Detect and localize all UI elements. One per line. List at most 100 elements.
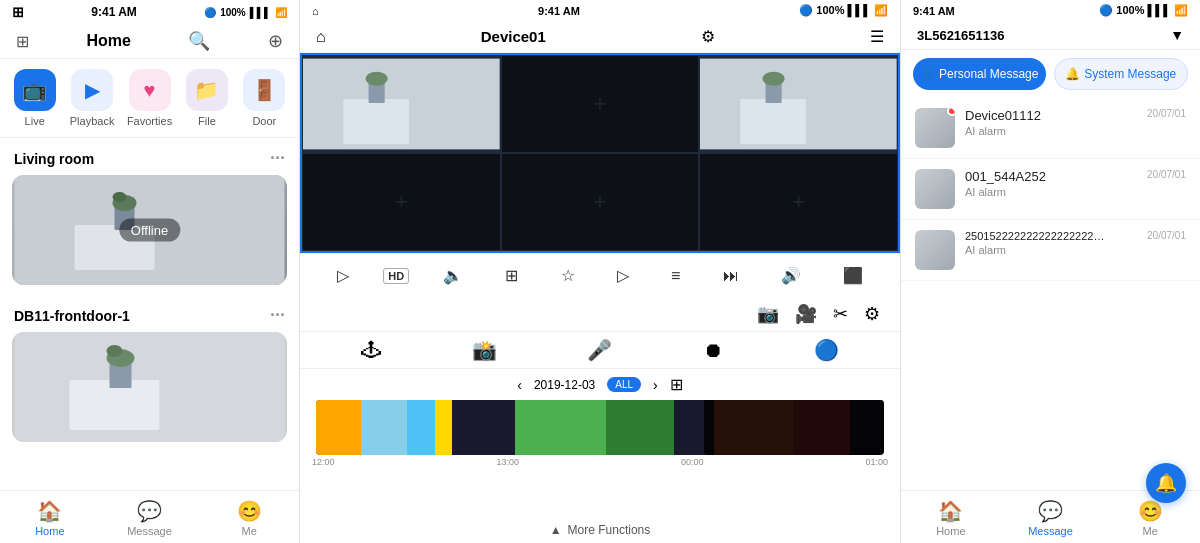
feed-2-svg [700, 56, 897, 152]
video-cell-4[interactable]: + [501, 153, 700, 251]
home-nav-icon[interactable]: ⌂ [316, 28, 326, 46]
hd-btn[interactable]: HD [383, 268, 409, 284]
msg-nav-title: 3L5621651136 [917, 28, 1004, 43]
timeline-all-btn[interactable]: ALL [607, 377, 641, 392]
back-icon[interactable]: ⌂ [312, 5, 319, 17]
panel-messages: 9:41 AM 🔵 100% ▌▌▌ 📶 3L5621651136 ▼ 👤 Pe… [900, 0, 1200, 543]
msg-tab-home[interactable]: 🏠 Home [901, 491, 1001, 543]
timeline-prev[interactable]: ‹ [517, 377, 522, 393]
timeline-bar[interactable]: ✕ [316, 400, 884, 455]
wifi-home: 📶 [275, 7, 287, 18]
living-room-menu[interactable]: ··· [270, 148, 285, 169]
snapshot-icon[interactable]: 📸 [472, 338, 497, 362]
msg-subtitle-0: AI alarm [965, 125, 1137, 137]
msg-content-0: Device01112 AI alarm [965, 108, 1137, 137]
video-cell-0[interactable] [302, 55, 501, 153]
time-home: 9:41 AM [91, 5, 137, 19]
list-item[interactable]: 25015222222222222222222 AI alarm 20/07/0… [901, 220, 1200, 281]
fisheye-icon[interactable]: 🔵 [814, 338, 839, 362]
device-nav: ⌂ Device01 ⚙ ☰ [300, 21, 900, 53]
camera-snap-icon[interactable]: 📷 [757, 303, 779, 325]
skip-btn[interactable]: ⏭ [715, 263, 747, 289]
msg-tab-me[interactable]: 😊 Me [1100, 491, 1200, 543]
home-tab-label: Home [35, 525, 64, 537]
timeline-seg-4 [515, 400, 606, 455]
video-record-icon[interactable]: 🎥 [795, 303, 817, 325]
volume-btn[interactable]: 🔈 [435, 262, 471, 289]
dark-popup: ✕ [704, 400, 884, 455]
more-functions-btn[interactable]: ▲ More Functions [300, 517, 900, 543]
tab-home[interactable]: 🏠 Home [0, 491, 100, 543]
status-bar-home: ⊞ 9:41 AM 🔵 100% ▌▌▌ 📶 [0, 0, 299, 24]
system-label: System Message [1084, 67, 1176, 81]
home-tab-icon: 🏠 [37, 499, 62, 523]
mic-icon[interactable]: 🎤 [587, 338, 612, 362]
list-item[interactable]: Device01112 AI alarm 20/07/01 [901, 98, 1200, 159]
tab-system-message[interactable]: 🔔 System Message [1054, 58, 1189, 90]
section-db11: DB11-frontdoor-1 ··· [0, 295, 299, 332]
db11-card[interactable] [12, 332, 287, 442]
tab-message[interactable]: 💬 Message [100, 491, 200, 543]
tab-me[interactable]: 😊 Me [199, 491, 299, 543]
vol2-btn[interactable]: 🔊 [773, 262, 809, 289]
search-icon[interactable]: 🔍 [188, 30, 210, 52]
video2-icon[interactable]: ⏺ [703, 339, 723, 362]
msg-tab-message[interactable]: 💬 Message [1001, 491, 1101, 543]
timeline-labels: 12:00 13:00 00:00 01:00 [308, 455, 892, 469]
status-bar-device: ⌂ 9:41 AM 🔵 100% ▌▌▌ 📶 [300, 0, 900, 21]
timeline-section: ‹ 2019-12-03 ALL › ⊞ ✕ [300, 369, 900, 543]
cut-icon[interactable]: ✂ [833, 303, 848, 325]
timeline-next[interactable]: › [653, 377, 658, 393]
add-feed-4: + [594, 189, 607, 215]
filter-icon[interactable]: ▼ [1170, 27, 1184, 43]
offline-badge: Offline [119, 219, 180, 242]
settings-icon[interactable]: ⚙ [701, 27, 715, 46]
video-cell-1[interactable]: + [501, 55, 700, 153]
door-icon: 🚪 [243, 69, 285, 111]
qa-playback-label: Playback [70, 115, 115, 127]
video-cell-3[interactable]: + [302, 153, 501, 251]
tab-personal-message[interactable]: 👤 Personal Message [913, 58, 1046, 90]
add-feed-1: + [594, 91, 607, 117]
qa-live[interactable]: 📺 Live [8, 69, 61, 127]
qa-file[interactable]: 📁 File [180, 69, 233, 127]
video-cell-5[interactable]: + [699, 153, 898, 251]
me-tab-icon: 😊 [237, 499, 262, 523]
db11-menu[interactable]: ··· [270, 305, 285, 326]
play2-btn[interactable]: ▷ [609, 262, 637, 289]
bottom-icons-row: 🕹 📸 🎤 ⏺ 🔵 [300, 332, 900, 369]
msg-thumb-1 [915, 169, 955, 209]
home-bottom-tabs: 🏠 Home 💬 Message 😊 Me [0, 490, 299, 543]
notification-fab[interactable]: 🔔 [1146, 463, 1186, 503]
add-icon[interactable]: ⊕ [268, 30, 283, 52]
pip-btn[interactable]: ⬛ [835, 262, 871, 289]
video-cell-2[interactable] [699, 55, 898, 153]
living-room-card[interactable]: Offline [12, 175, 287, 285]
panel-home: ⊞ 9:41 AM 🔵 100% ▌▌▌ 📶 ⊞ Home 🔍 ⊕ 📺 Live… [0, 0, 300, 543]
msg-home-label: Home [936, 525, 965, 537]
qa-door[interactable]: 🚪 Door [238, 69, 291, 127]
video-grid: + + + + [300, 53, 900, 253]
db11-preview-svg [12, 332, 287, 442]
favorties-icon: ♥ [129, 69, 171, 111]
settings2-icon[interactable]: ⚙ [864, 303, 880, 325]
play-btn[interactable]: ▷ [329, 262, 357, 289]
joystick-icon[interactable]: 🕹 [361, 339, 381, 362]
timeline-seg-3 [435, 400, 452, 455]
bell-icon: 🔔 [1065, 67, 1080, 81]
star-btn[interactable]: ☆ [553, 262, 583, 289]
list-item[interactable]: 001_544A252 AI alarm 20/07/01 [901, 159, 1200, 220]
menu-icon[interactable]: ☰ [870, 27, 884, 46]
msg-me-icon: 😊 [1138, 499, 1163, 523]
qa-playback[interactable]: ▶ Playback [65, 69, 118, 127]
qa-favorties[interactable]: ♥ Favorties [123, 69, 176, 127]
chevron-up-icon: ▲ [550, 523, 562, 537]
person-icon: 👤 [920, 67, 935, 81]
layout4-btn[interactable]: ⊞ [497, 262, 526, 289]
grid-nav-icon[interactable]: ⊞ [16, 32, 29, 51]
timeline-grid-icon[interactable]: ⊞ [670, 375, 683, 394]
device-title: Device01 [481, 28, 546, 45]
live-icon: 📺 [14, 69, 56, 111]
list-btn[interactable]: ≡ [663, 263, 688, 289]
living-room-title: Living room [14, 151, 94, 167]
